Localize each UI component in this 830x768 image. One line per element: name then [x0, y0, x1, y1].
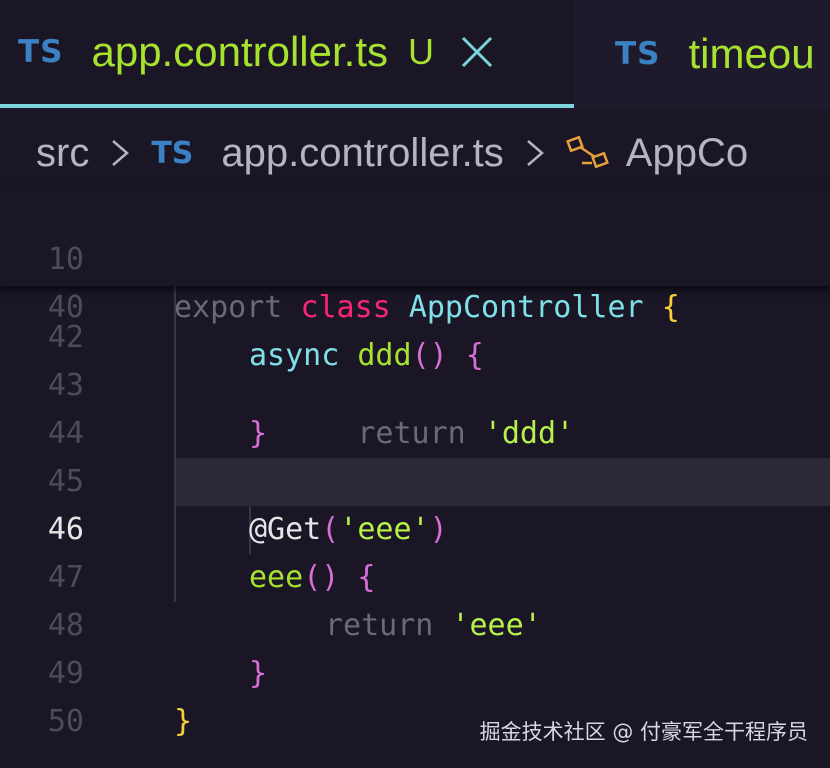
close-icon[interactable] [460, 35, 494, 69]
sticky-line[interactable]: 40 async ddd() { [0, 236, 830, 373]
typescript-icon: TS [18, 34, 64, 70]
breadcrumb: src TS app.controller.ts AppCo [0, 110, 830, 196]
code-token: () [411, 338, 448, 373]
code-line: 47 return 'eee' [0, 506, 830, 643]
code-token: export [174, 290, 283, 325]
breadcrumb-folder[interactable]: src [36, 131, 89, 176]
code-line: 49 } [0, 602, 830, 739]
breadcrumb-symbol[interactable]: AppCo [626, 131, 748, 176]
tab-app-controller[interactable]: TS app.controller.ts U [0, 0, 574, 108]
code-token: async [249, 338, 340, 373]
code-token: { [661, 290, 680, 325]
tab-label: app.controller.ts [91, 28, 388, 75]
code-line: 50 [0, 650, 830, 739]
class-icon [565, 133, 612, 173]
code-token: class [300, 290, 391, 325]
chevron-right-icon [522, 133, 548, 173]
code-token: } [174, 704, 193, 739]
code-token: { [465, 338, 484, 373]
sticky-line[interactable]: 10 export class AppController { [0, 188, 830, 325]
tab-timeout[interactable]: TS timeou [615, 0, 815, 108]
line-number: 40 [47, 290, 84, 325]
breadcrumb-file[interactable]: app.controller.ts [221, 131, 503, 176]
typescript-icon: TS [151, 135, 194, 171]
typescript-icon: TS [615, 36, 661, 72]
code-token: AppController [408, 290, 644, 325]
line-number: 50 [47, 704, 84, 739]
code-line-current: 46 eee() { [0, 458, 830, 595]
code-line: 45 @Get('eee') [0, 410, 830, 547]
untracked-badge: U [408, 31, 434, 72]
tab-label: timeou [688, 30, 815, 77]
code-line: 48 } [0, 554, 830, 691]
sticky-scroll[interactable]: 10 export class AppController { 40 async… [0, 188, 830, 373]
watermark: 掘金技术社区 @ 付豪军全干程序员 [479, 720, 808, 744]
code-token: ddd [357, 338, 412, 373]
chevron-right-icon [107, 133, 133, 173]
tab-bar: TS app.controller.ts U TS timeou [0, 0, 830, 110]
